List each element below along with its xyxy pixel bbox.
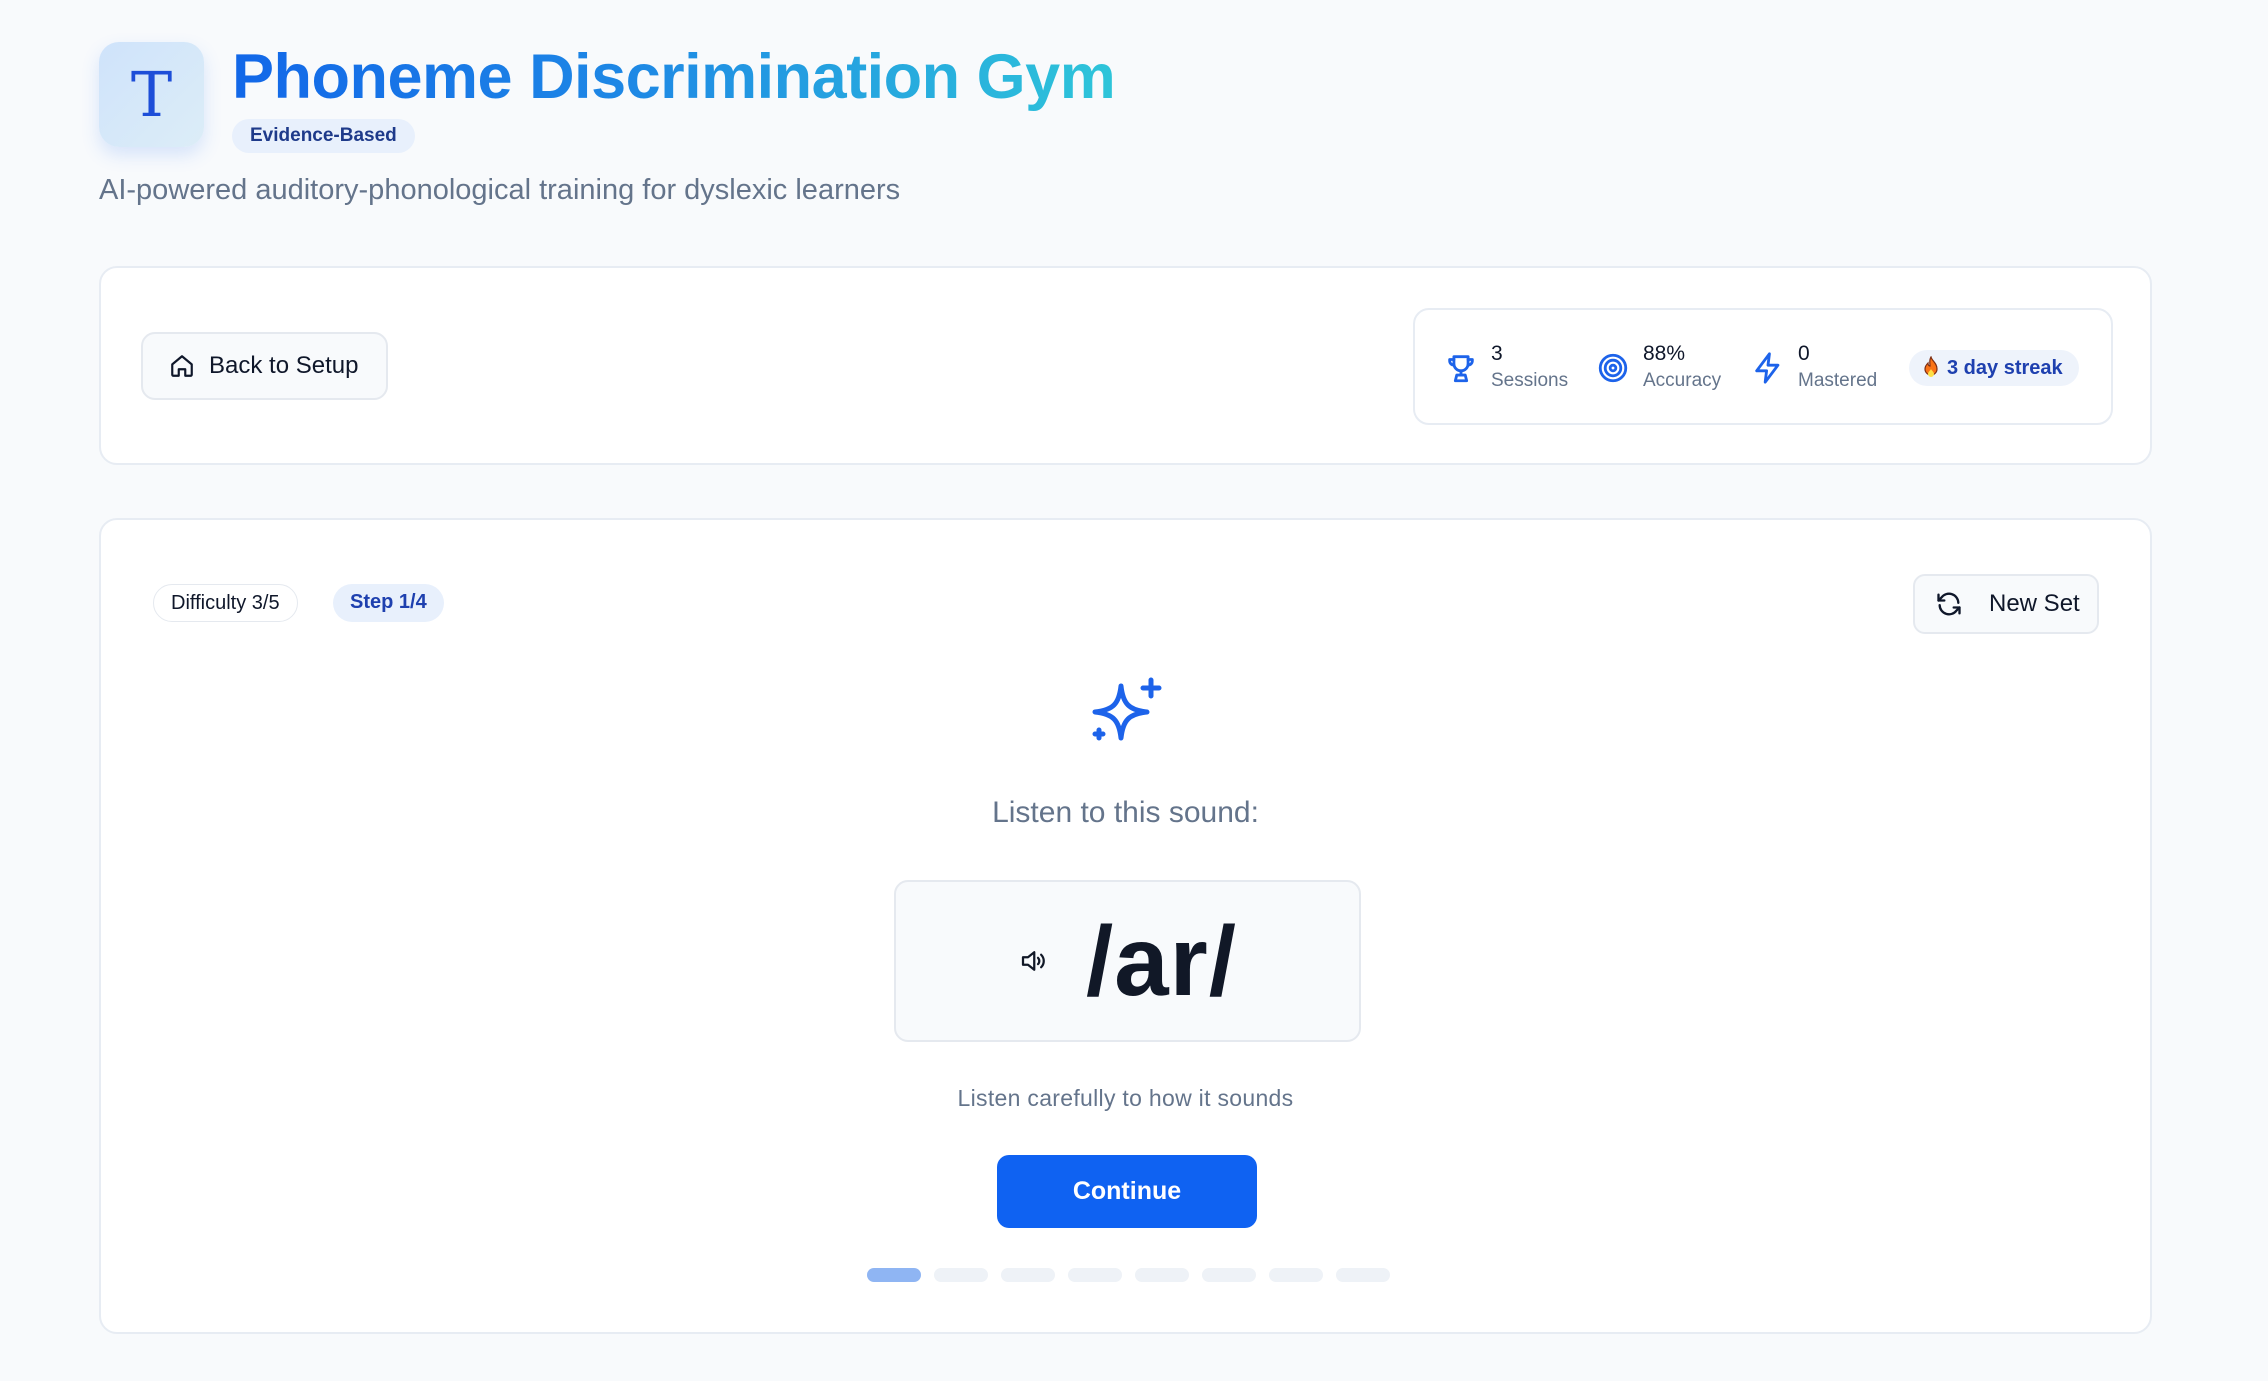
app-logo: T [99,42,204,147]
accuracy-value: 88% [1643,342,1686,365]
exercise-card: Difficulty 3/5 Step 1/4 New Set Listen t… [99,518,2152,1334]
stat-sessions: 3 Sessions [1441,340,1568,394]
sessions-label: Sessions [1491,370,1569,391]
mastered-value: 0 [1798,342,1810,365]
back-button-label: Back to Setup [209,352,359,379]
progress-dot [1202,1268,1256,1282]
accuracy-label: Accuracy [1643,370,1722,391]
sessions-value: 3 [1491,342,1503,365]
new-set-button[interactable]: New Set [1913,574,2099,634]
progress-dot [1135,1268,1189,1282]
streak-badge: 3 day streak [1909,350,2079,386]
continue-button[interactable]: Continue [997,1155,1257,1228]
progress-dot [1269,1268,1323,1282]
progress-dot [1336,1268,1390,1282]
speaker-icon[interactable] [1018,946,1048,976]
mastered-label: Mastered [1798,370,1878,391]
sound-play-card[interactable]: /ar/ [894,880,1361,1042]
difficulty-badge: Difficulty 3/5 [153,584,298,622]
back-to-setup-button[interactable]: Back to Setup [141,332,388,400]
new-set-label: New Set [1989,590,2080,617]
toolbar-card: Back to Setup 3 Sessions 88% Accuracy 0 … [99,266,2152,465]
sparkles-icon [1092,677,1162,741]
lightning-icon [1755,352,1780,384]
stats-panel: 3 Sessions 88% Accuracy 0 Mastered 3 day… [1413,308,2113,425]
home-icon [171,355,193,377]
step-badge: Step 1/4 [333,584,444,622]
flame-icon [1924,356,1938,377]
instruction-text: Listen to this sound: [992,796,1259,829]
app-page: T Phoneme Discrimination Gym Evidence-Ba… [0,0,2268,1381]
progress-dot [1001,1268,1055,1282]
phoneme-text: /ar/ [1085,906,1238,1016]
progress-dot [867,1268,921,1282]
stat-mastered: 0 Mastered [1748,340,1877,394]
progress-dots [867,1268,1390,1282]
stat-accuracy: 88% Accuracy [1593,340,1721,394]
trophy-icon [1448,355,1474,383]
progress-dot [934,1268,988,1282]
streak-label: 3 day streak [1947,356,2063,379]
evidence-badge: Evidence-Based [232,119,415,153]
hint-text: Listen carefully to how it sounds [957,1085,1294,1111]
target-icon [1598,353,1628,383]
progress-dot [1068,1268,1122,1282]
refresh-icon [1937,592,1961,616]
page-subtitle: AI-powered auditory-phonological trainin… [99,174,901,206]
page-title: Phoneme Discrimination Gym [232,36,1116,118]
logo-letter: T [130,57,173,131]
